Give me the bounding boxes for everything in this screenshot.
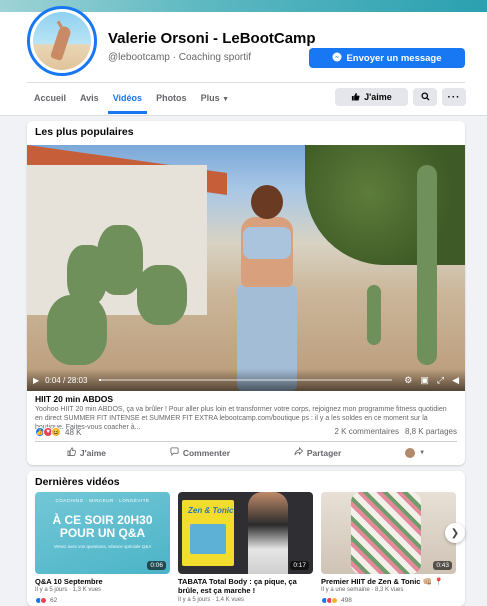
share-label: Partager (306, 447, 342, 458)
tab-plus-label: Plus (200, 93, 220, 103)
reactions-count: 62 (50, 597, 58, 604)
tab-avis[interactable]: Avis (73, 84, 106, 114)
user-avatar-icon (405, 447, 416, 458)
video-duration: 0:17 (290, 561, 309, 570)
video-thumbnail[interactable]: COACHING · MINCEUR · LONGÉVITÉ À CE SOIR… (35, 492, 170, 574)
like-button[interactable]: J'aime (67, 447, 106, 458)
tab-photos[interactable]: Photos (149, 84, 194, 114)
video-frame-person (227, 185, 307, 391)
page-like-label: J'aime (364, 92, 392, 102)
page-header: Valerie Orsoni - LeBootCamp @lebootcamp … (0, 0, 487, 116)
thumbs-up-icon (67, 447, 76, 458)
popular-videos-section: Les plus populaires ▶ 0:04 / 28:03 ⚙ ▣ ⤢ (27, 121, 465, 465)
caret-down-icon: ▼ (419, 449, 426, 456)
video-title[interactable]: HIIT 20 min ABDOS (35, 394, 113, 404)
avatar[interactable] (27, 6, 97, 76)
reactions-summary[interactable]: 62 (35, 597, 57, 604)
tab-videos[interactable]: Vidéos (106, 84, 149, 114)
video-title[interactable]: Q&A 10 Septembre (35, 577, 170, 586)
send-message-label: Envoyer un message (346, 52, 442, 64)
popular-section-title: Les plus populaires (35, 126, 134, 138)
page-subtitle: @lebootcamp · Coaching sportif (108, 52, 251, 63)
thumbnail-tagline: COACHING · MINCEUR · LONGÉVITÉ (55, 498, 150, 503)
video-title[interactable]: TABATA Total Body : ça pique, ça brûle, … (178, 577, 313, 595)
comment-icon (170, 447, 179, 458)
video-progress-bar[interactable] (99, 379, 393, 381)
video-player[interactable]: ▶ 0:04 / 28:03 ⚙ ▣ ⤢ ◀ (27, 145, 465, 391)
thumbnail-subtext: Venez avec vos questions, séance spécial… (53, 544, 152, 549)
haha-reaction-icon: 😆 (51, 427, 61, 437)
haha-reaction-icon (331, 597, 338, 604)
video-duration: 0:06 (147, 561, 166, 570)
video-meta: Il y a une semaine · 8,3 K vues (321, 587, 404, 593)
book-title: Zen & Tonic (188, 506, 234, 515)
fullscreen-icon[interactable]: ⤢ (437, 375, 444, 386)
love-reaction-icon (40, 597, 47, 604)
share-button[interactable]: Partager (294, 446, 342, 458)
reactions-summary[interactable]: 498 (321, 597, 352, 604)
post-actions: J'aime Commenter Partager ▼ (35, 441, 457, 463)
picture-in-picture-icon[interactable]: ▣ (420, 375, 429, 386)
settings-icon[interactable]: ⚙ (404, 375, 412, 386)
reactions-summary[interactable]: 👍 ♥ 😆 48 K (35, 427, 81, 437)
thumbs-up-icon (351, 92, 360, 103)
comments-count[interactable]: 2 K commentaires (334, 427, 398, 436)
chevron-right-icon: ❯ (450, 527, 460, 539)
video-controls: ▶ 0:04 / 28:03 ⚙ ▣ ⤢ ◀ (27, 369, 465, 391)
thumbnail-headline: À CE SOIR 20H30 POUR UN Q&A (52, 513, 153, 540)
post-as-selector[interactable]: ▼ (405, 447, 426, 458)
video-time: 0:04 / 28:03 (45, 375, 88, 385)
book-cover: Zen & Tonic (182, 500, 234, 566)
reactions-count: 48 K (65, 427, 82, 437)
comment-label: Commenter (182, 447, 231, 458)
next-arrow-button[interactable]: ❯ (445, 523, 465, 543)
video-meta: Il y a 5 jours · 1,3 K vues (35, 587, 102, 593)
send-message-button[interactable]: Envoyer un message (309, 48, 465, 68)
latest-section-title: Dernières vidéos (35, 476, 120, 488)
more-icon: ··· (447, 91, 461, 103)
more-options-button[interactable]: ··· (442, 88, 466, 106)
video-title[interactable]: Premier HIIT de Zen & Tonic 👊🏼 📍 (321, 577, 456, 586)
video-thumbnail[interactable]: 0:43 (321, 492, 456, 574)
search-button[interactable] (413, 88, 437, 106)
video-meta: Il y a 5 jours · 1,4 K vues (178, 597, 245, 603)
play-icon[interactable]: ▶ (33, 376, 39, 385)
comment-button[interactable]: Commenter (170, 447, 230, 458)
messenger-icon (332, 52, 342, 65)
video-progress-fill (99, 379, 101, 381)
tab-plus[interactable]: Plus ▼ (194, 84, 236, 114)
shares-count[interactable]: 8,8 K partages (405, 427, 457, 436)
volume-icon[interactable]: ◀ (452, 375, 459, 386)
search-icon (420, 88, 430, 106)
latest-videos-section: Dernières vidéos COACHING · MINCEUR · LO… (27, 471, 465, 606)
like-label: J'aime (79, 447, 107, 458)
caret-down-icon: ▼ (222, 96, 230, 103)
share-icon (294, 446, 303, 458)
video-thumbnail[interactable]: Zen & Tonic 0:17 (178, 492, 313, 574)
page-title[interactable]: Valerie Orsoni - LeBootCamp (108, 30, 316, 47)
video-duration: 0:43 (433, 561, 452, 570)
divider (27, 82, 465, 83)
page-tabs: Accueil Avis Vidéos Photos Plus ▼ (27, 84, 236, 114)
tab-accueil[interactable]: Accueil (27, 84, 73, 114)
reactions-count: 498 (341, 597, 352, 604)
page-like-button[interactable]: J'aime (335, 88, 408, 106)
